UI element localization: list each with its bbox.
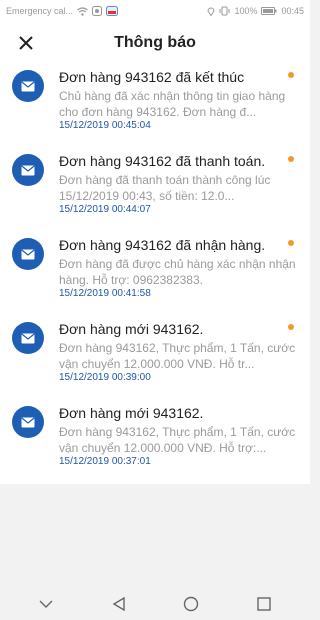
chevron-down-icon: [39, 600, 53, 608]
notification-time: 15/12/2019 00:45:04: [59, 120, 151, 131]
notification-item[interactable]: Đơn hàng 943162 đã nhận hàng. Đơn hàng đ…: [0, 232, 310, 316]
home-button[interactable]: [176, 589, 206, 619]
notification-body: Đơn hàng đã được chủ hàng xác nhận nhận …: [59, 257, 296, 287]
notification-body: Đơn hàng 943162, Thực phẩm, 1 Tấn, cước …: [59, 425, 296, 455]
status-left: Emergency cal...: [6, 6, 207, 16]
system-nav-bar: [0, 588, 310, 620]
back-triangle-icon: [112, 597, 125, 611]
notification-body: Đơn hàng đã thanh toán thành công lúc 15…: [59, 173, 271, 203]
unread-dot: [288, 72, 294, 78]
notification-item[interactable]: Đơn hàng mới 943162. Đơn hàng 943162, Th…: [0, 400, 310, 484]
notification-time: 15/12/2019 00:39:00: [59, 372, 151, 383]
vibrate-icon: [219, 6, 230, 16]
notification-body: Chủ hàng đã xác nhận thông tin giao hàng…: [59, 89, 286, 119]
recents-square-icon: [257, 597, 271, 611]
notification-app-icon: [92, 6, 103, 16]
mail-icon: [12, 322, 44, 354]
page-title: Thông báo: [114, 34, 196, 51]
mail-icon: [12, 406, 44, 438]
mail-icon: [12, 70, 44, 102]
location-icon: [207, 6, 215, 16]
hide-nav-button[interactable]: [31, 589, 61, 619]
battery-percent: 100%: [234, 6, 258, 16]
close-icon: [19, 36, 33, 50]
notification-item[interactable]: Đơn hàng mới 943162. Đơn hàng 943162, Th…: [0, 316, 310, 400]
notification-title: Đơn hàng mới 943162.: [59, 321, 204, 337]
notification-item[interactable]: Đơn hàng 943162 đã thanh toán. Đơn hàng …: [0, 148, 310, 232]
notification-time: 15/12/2019 00:44:07: [59, 204, 151, 215]
app-badge-icon: [106, 6, 119, 16]
notification-title: Đơn hàng mới 943162.: [59, 405, 204, 421]
notification-title: Đơn hàng 943162 đã kết thúc: [59, 69, 245, 85]
home-circle-icon: [184, 596, 199, 612]
notification-time: 15/12/2019 00:41:58: [59, 288, 151, 299]
mail-icon: [12, 154, 44, 186]
carrier-text: Emergency cal...: [6, 6, 74, 16]
status-right: 100% 00:45: [207, 6, 304, 16]
status-bar: Emergency cal... 100% 00:45: [0, 0, 310, 22]
mail-icon: [12, 238, 44, 270]
app-bar: Thông báo: [0, 22, 310, 64]
clock: 00:45: [281, 6, 304, 16]
unread-dot: [288, 156, 294, 162]
notification-time: 15/12/2019 00:37:01: [59, 456, 151, 467]
unread-dot: [288, 240, 294, 246]
notification-body: Đơn hàng 943162, Thực phẩm, 1 Tấn, cước …: [59, 341, 296, 371]
notification-list: Đơn hàng 943162 đã kết thúc Chủ hàng đã …: [0, 64, 310, 484]
wifi-icon: [77, 6, 88, 16]
recents-button[interactable]: [249, 589, 279, 619]
close-button[interactable]: [14, 31, 38, 55]
notification-title: Đơn hàng 943162 đã thanh toán.: [59, 153, 266, 169]
unread-dot: [288, 324, 294, 330]
notification-title: Đơn hàng 943162 đã nhận hàng.: [59, 237, 266, 253]
back-button[interactable]: [104, 589, 134, 619]
battery-icon: [261, 7, 277, 15]
notification-item[interactable]: Đơn hàng 943162 đã kết thúc Chủ hàng đã …: [0, 64, 310, 148]
